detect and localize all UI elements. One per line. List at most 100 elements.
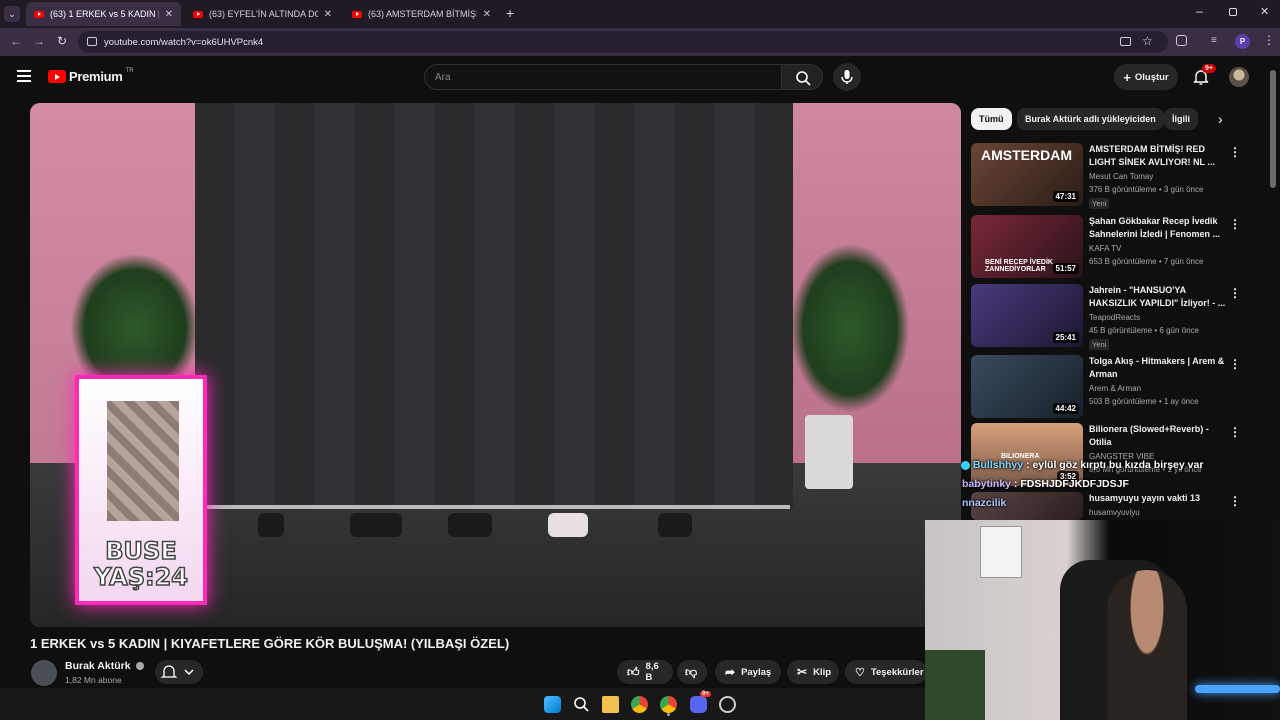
- discord-icon[interactable]: 9+: [690, 691, 711, 713]
- chat-username: Bullshhyy: [972, 459, 1024, 471]
- app-icon[interactable]: [719, 696, 736, 713]
- dislike-button[interactable]: 👎︎: [677, 660, 707, 684]
- microphone-icon: [841, 70, 853, 84]
- reload-icon[interactable]: ↻: [57, 34, 67, 48]
- tab-close-icon[interactable]: ✕: [165, 9, 173, 20]
- thanks-button[interactable]: ♡ Teşekkürler: [845, 660, 927, 684]
- chat-message: nnazcilik: [962, 497, 1006, 509]
- video-title[interactable]: husamyuyu yayın vakti 13: [1089, 492, 1227, 505]
- search-icon[interactable]: [573, 696, 590, 713]
- video-title[interactable]: Bilionera (Slowed+Reverb) - Otilia: [1089, 423, 1227, 449]
- file-explorer-icon[interactable]: [602, 696, 619, 713]
- create-button[interactable]: + Oluştur: [1114, 64, 1178, 90]
- url-text: youtube.com/watch?v=ok6UHVPcnk4: [104, 36, 264, 48]
- channel-name[interactable]: Burak Aktürk: [65, 660, 145, 672]
- close-window-icon[interactable]: ✕: [1260, 5, 1269, 18]
- browser-menu-icon[interactable]: ⋮: [1263, 33, 1275, 47]
- youtube-favicon-icon: [193, 10, 203, 18]
- video-title[interactable]: Jahrein - "HANSUO'YA HAKSIZLIK YAPILDI" …: [1089, 284, 1227, 310]
- clip-label: Klip: [813, 666, 832, 678]
- youtube-logo[interactable]: Premium TR: [48, 68, 134, 84]
- channel-name[interactable]: Mesut Can Tomay: [1089, 172, 1153, 181]
- channel-name[interactable]: KAFA TV: [1089, 244, 1121, 253]
- restore-icon[interactable]: [1229, 8, 1237, 16]
- clip-button[interactable]: ✂ Klip: [787, 660, 839, 684]
- scissors-icon: ✂: [797, 665, 808, 679]
- tab-label: (63) 1 ERKEK vs 5 KADIN | KIYAFETLER GÖR…: [50, 9, 159, 19]
- video-frame-plant-right: [790, 243, 910, 413]
- extensions-icon[interactable]: [1176, 35, 1187, 46]
- channel-name[interactable]: husamvyuviyu: [1089, 508, 1140, 517]
- more-options-icon[interactable]: ⋮: [1229, 357, 1241, 371]
- recommended-video[interactable]: BENİ RECEP İVEDİK ZANNEDİYORLAR 51:57 Şa…: [971, 215, 1261, 279]
- search-input[interactable]: Ara: [424, 64, 782, 90]
- chat-text: FDSHJDFJKDFJDSJF: [1020, 478, 1129, 490]
- like-button[interactable]: 👍︎ 8,6 B: [617, 660, 673, 684]
- notifications-button[interactable]: 9+: [1191, 64, 1216, 87]
- profile-avatar[interactable]: P: [1235, 34, 1250, 49]
- wall-poster: [980, 526, 1022, 578]
- browser-tab-3[interactable]: (63) AMSTERDAM BİTMİŞ! RED ✕: [344, 2, 499, 26]
- tab-search-button[interactable]: ⌄: [4, 6, 20, 22]
- video-title[interactable]: Tolga Akış - Hitmakers | Arem & Arman: [1089, 355, 1227, 381]
- recommended-video[interactable]: AMSTERDAM 47:31 AMSTERDAM BİTMİŞ! RED LI…: [971, 143, 1261, 209]
- chat-username: nnazcilik: [962, 497, 1007, 509]
- chip-all[interactable]: Tümü: [971, 108, 1012, 130]
- video-player[interactable]: BUSE YAŞ:24: [30, 103, 961, 627]
- more-options-icon[interactable]: ⋮: [1229, 425, 1241, 439]
- chrome-icon[interactable]: [631, 696, 648, 713]
- video-thumbnail[interactable]: BILIONERA 3:52: [971, 423, 1083, 486]
- bookmark-star-icon[interactable]: ☆: [1142, 34, 1153, 48]
- notification-badge: 9+: [1202, 64, 1216, 73]
- recommended-video[interactable]: 44:42 Tolga Akış - Hitmakers | Arem & Ar…: [971, 355, 1261, 419]
- channel-name[interactable]: TeapodReacts: [1089, 313, 1140, 322]
- video-meta: 376 B görüntüleme • 3 gün önce: [1089, 185, 1204, 194]
- browser-toolbar: ← → ↻ youtube.com/watch?v=ok6UHVPcnk4 ☆ …: [0, 28, 1280, 56]
- tab-close-icon[interactable]: ✕: [483, 9, 491, 20]
- chat-username: babytinky: [962, 478, 1012, 490]
- cast-icon[interactable]: [1120, 37, 1131, 46]
- video-thumbnail[interactable]: AMSTERDAM 47:31: [971, 143, 1083, 206]
- video-frame-curtain-rail: [200, 505, 790, 509]
- thumbs-down-icon: 👎︎: [685, 664, 698, 679]
- video-thumbnail[interactable]: 25:41: [971, 284, 1083, 347]
- new-tab-icon[interactable]: +: [506, 5, 514, 21]
- recommended-video[interactable]: 25:41 Jahrein - "HANSUO'YA HAKSIZLIK YAP…: [971, 284, 1261, 350]
- video-duration: 25:41: [1052, 332, 1079, 343]
- windows-start-icon[interactable]: [544, 696, 561, 713]
- youtube-header: Premium TR Ara + Oluştur 9+: [0, 56, 1280, 98]
- more-options-icon[interactable]: ⋮: [1229, 494, 1241, 508]
- browser-tab-2[interactable]: (63) EYFEL'İN ALTINDA DOLANDIRI ✕: [185, 2, 340, 26]
- video-title[interactable]: AMSTERDAM BİTMİŞ! RED LIGHT SİNEK AVLIYO…: [1089, 143, 1227, 169]
- address-bar[interactable]: youtube.com/watch?v=ok6UHVPcnk4 ☆: [78, 31, 1168, 53]
- chips-next-icon[interactable]: ›: [1218, 111, 1223, 127]
- hamburger-menu-icon[interactable]: [17, 70, 31, 82]
- page-scrollbar[interactable]: [1270, 70, 1276, 188]
- browser-tab-1[interactable]: (63) 1 ERKEK vs 5 KADIN | KIYAFETLER GÖR…: [26, 2, 181, 26]
- subscription-bell-button[interactable]: [155, 660, 203, 684]
- video-thumbnail[interactable]: BENİ RECEP İVEDİK ZANNEDİYORLAR 51:57: [971, 215, 1083, 278]
- back-icon[interactable]: ←: [10, 34, 22, 48]
- video-thumbnail[interactable]: 44:42: [971, 355, 1083, 418]
- chat-text: eylül göz kırptı bu kızda birşey var: [1032, 459, 1204, 471]
- video-frame-feet: [448, 513, 492, 537]
- video-title[interactable]: Şahan Gökbakar Recep İvedik Sahnelerini …: [1089, 215, 1227, 241]
- reading-list-icon[interactable]: ≡: [1211, 35, 1217, 46]
- share-button[interactable]: ➦ Paylaş: [715, 660, 781, 684]
- chrome-active-icon[interactable]: [660, 696, 677, 713]
- account-avatar[interactable]: [1229, 67, 1249, 87]
- chat-message: Bullshhyy : eylül göz kırptı bu kızda bi…: [961, 459, 1203, 471]
- site-info-icon[interactable]: [87, 37, 97, 46]
- channel-name[interactable]: Arem & Arman: [1089, 384, 1141, 393]
- more-options-icon[interactable]: ⋮: [1229, 145, 1241, 159]
- chip-related[interactable]: İlgili: [1164, 108, 1198, 130]
- voice-search-button[interactable]: [833, 63, 861, 91]
- channel-avatar[interactable]: [31, 660, 57, 686]
- more-options-icon[interactable]: ⋮: [1229, 217, 1241, 231]
- search-button[interactable]: [781, 64, 823, 90]
- more-options-icon[interactable]: ⋮: [1229, 286, 1241, 300]
- chip-from-uploader[interactable]: Burak Aktürk adlı yükleyiciden: [1017, 108, 1164, 130]
- minimize-icon[interactable]: –: [1196, 4, 1203, 18]
- forward-icon[interactable]: →: [33, 34, 45, 48]
- tab-close-icon[interactable]: ✕: [324, 9, 332, 20]
